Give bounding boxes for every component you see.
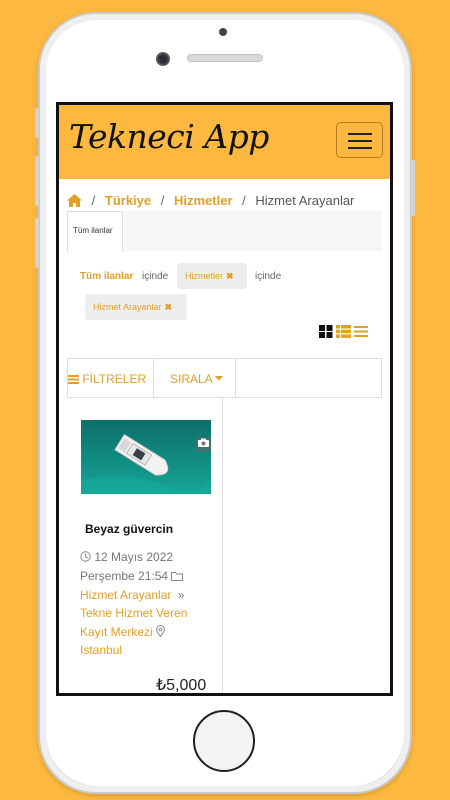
- caret-down-icon: [215, 376, 224, 381]
- filters-button[interactable]: FİLTRELER: [68, 359, 154, 397]
- filter-in-text: içinde: [142, 271, 169, 282]
- phone-volume-down: [35, 218, 39, 268]
- listing-subcategory-row: Kayıt Merkezi: [80, 625, 166, 639]
- compact-list-icon[interactable]: [354, 325, 368, 338]
- folder-icon: [171, 572, 184, 581]
- breadcrumb-separator: /: [160, 193, 165, 208]
- filter-chip-hizmetler[interactable]: Hizmetler ✖: [177, 263, 247, 289]
- listing-time-row: Perşembe 21:54: [80, 569, 184, 583]
- filters-button-label: FİLTRELER: [82, 372, 147, 386]
- breadcrumb: / Türkiye / Hizmetler / Hizmet Arayanlar: [67, 193, 354, 210]
- breadcrumb-separator: /: [242, 193, 246, 208]
- bars-icon: [68, 375, 79, 384]
- sort-button-label: SIRALA: [170, 372, 213, 386]
- home-icon[interactable]: [67, 194, 82, 210]
- breadcrumb-hizmetler[interactable]: Hizmetler: [174, 193, 233, 208]
- camera-icon: [198, 438, 209, 447]
- listing-date-row: 12 Mayıs 2022: [80, 550, 173, 564]
- hamburger-icon: [348, 133, 372, 135]
- listing-category-row: Hizmet Arayanlar »: [80, 588, 184, 602]
- tab-all-listings[interactable]: Tüm ilanlar: [67, 211, 123, 252]
- front-camera: [156, 52, 170, 66]
- phone-volume-up: [35, 156, 39, 206]
- hamburger-menu-button[interactable]: [336, 122, 383, 158]
- filter-chip-hizmet-arayanlar[interactable]: Hizmet Arayanlar ✖: [85, 294, 187, 320]
- listing-location[interactable]: Istanbul: [80, 643, 122, 657]
- photo-count-badge: 1: [195, 437, 211, 452]
- navbar: Tekneci App: [59, 105, 390, 179]
- filter-scope-label[interactable]: Tüm ilanlar: [80, 271, 133, 282]
- brand-logo[interactable]: Tekneci App: [69, 117, 269, 156]
- earpiece-speaker: [187, 54, 263, 62]
- map-marker-icon: [156, 625, 166, 638]
- listing-time: Perşembe 21:54: [80, 569, 169, 583]
- boat-image: [81, 420, 211, 494]
- phone-power-button: [411, 160, 415, 216]
- home-button[interactable]: [193, 710, 255, 772]
- list-view-icon[interactable]: [336, 325, 351, 338]
- filter-in-text: içinde: [255, 271, 282, 282]
- breadcrumb-turkiye[interactable]: Türkiye: [105, 193, 151, 208]
- breadcrumb-current: Hizmet Arayanlar: [255, 193, 355, 208]
- breadcrumb-separator: /: [91, 193, 96, 208]
- hamburger-icon: [348, 147, 372, 149]
- tab-bar-background: [124, 211, 382, 251]
- tab-bar: Tüm ilanlar: [67, 211, 382, 252]
- filter-sort-bar: FİLTRELER SIRALA: [67, 358, 382, 398]
- listing-date: 12 Mayıs 2022: [94, 550, 174, 564]
- subcategory-link-2[interactable]: Kayıt Merkezi: [80, 625, 153, 639]
- chip-label: Hizmet Arayanlar: [93, 302, 162, 312]
- chip-label: Hizmetler: [185, 271, 224, 281]
- subcategory-link[interactable]: Tekne Hizmet Veren: [80, 606, 187, 620]
- clock-icon: [80, 551, 91, 562]
- category-link[interactable]: Hizmet Arayanlar: [80, 588, 171, 602]
- sort-button[interactable]: SIRALA: [154, 359, 236, 397]
- listing-photo[interactable]: 1: [81, 420, 211, 494]
- grid-view-icon[interactable]: [319, 325, 333, 338]
- phone-side-button: [35, 108, 39, 138]
- proximity-sensor: [219, 28, 227, 36]
- hamburger-icon: [348, 140, 372, 142]
- listing-title[interactable]: Beyaz güvercin: [85, 522, 173, 536]
- app-screen: Tekneci App / Türkiye / Hizmetler / Hizm…: [56, 102, 393, 696]
- remove-filter-icon[interactable]: ✖: [165, 302, 173, 312]
- listing-price: ₺5,000: [156, 677, 207, 694]
- listing-card[interactable]: 1 Beyaz güvercin 12 Mayıs 2022 Perşembe …: [67, 398, 223, 694]
- category-separator: »: [177, 588, 185, 602]
- remove-filter-icon[interactable]: ✖: [226, 271, 234, 281]
